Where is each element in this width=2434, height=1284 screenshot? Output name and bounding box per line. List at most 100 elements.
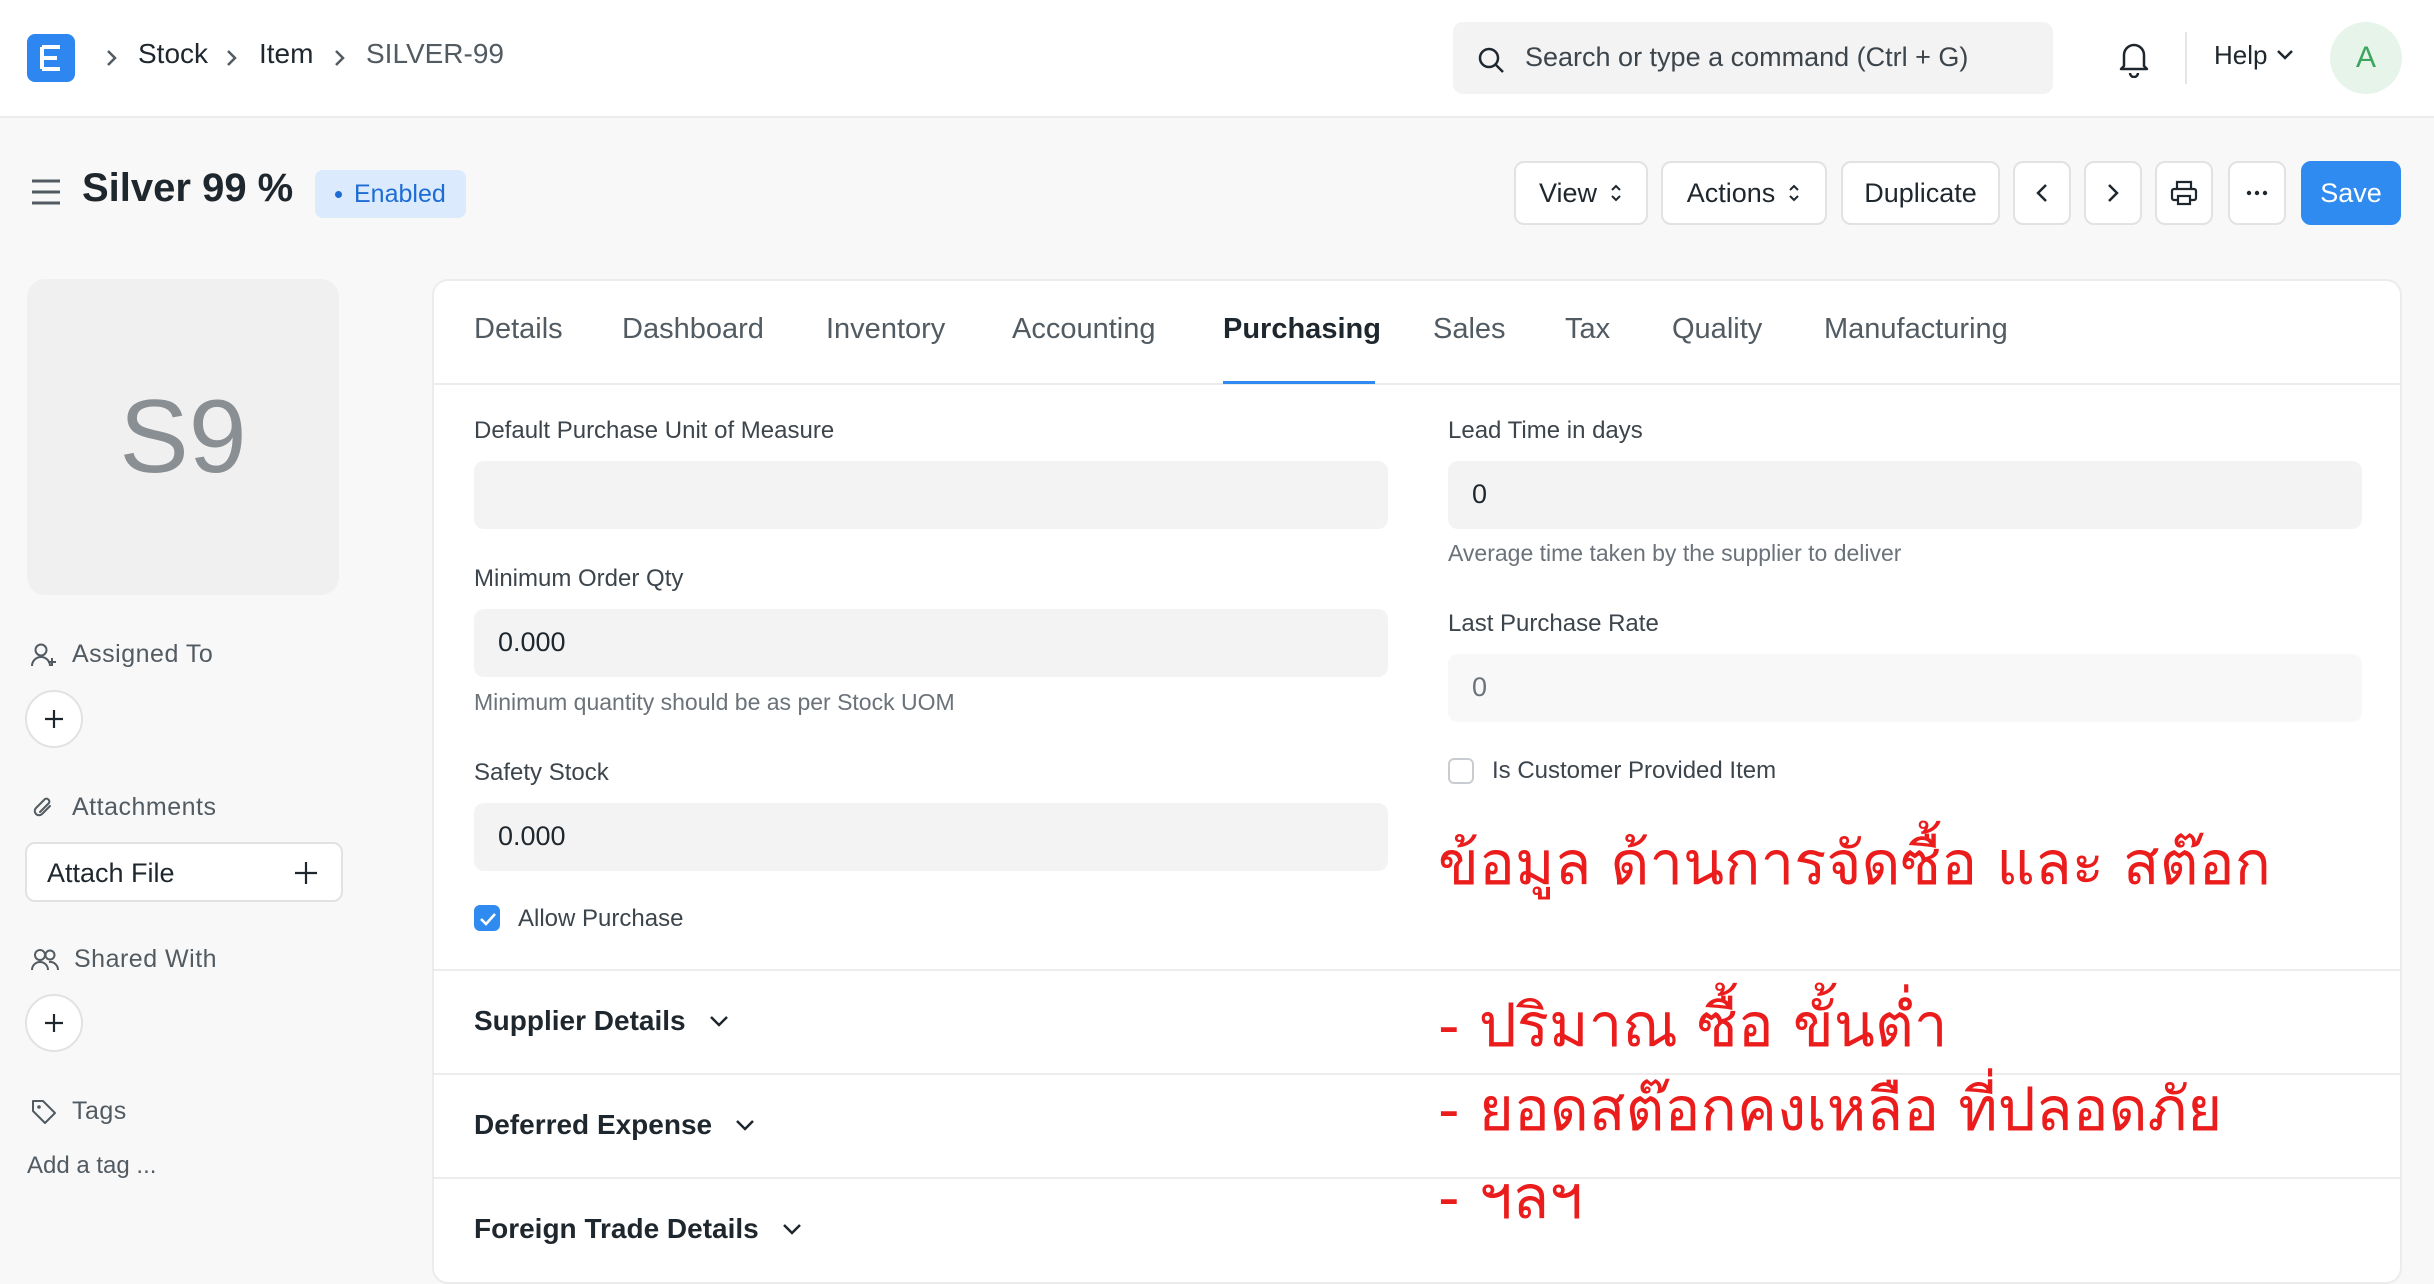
annotation-line-2: - ยอดสต๊อกคงเหลือ ที่ปลอดภัย [1438, 1075, 2223, 1145]
help-menu[interactable]: Help [2214, 40, 2267, 71]
breadcrumb-chevron-icon [107, 50, 117, 66]
assigned-to-label: Assigned To [72, 640, 214, 668]
plus-icon [45, 710, 63, 728]
print-button[interactable] [2155, 161, 2213, 225]
tags-heading: Tags [30, 1097, 127, 1126]
notification-bell-icon[interactable] [2116, 38, 2152, 78]
tab-inventory[interactable]: Inventory [826, 313, 945, 346]
navbar-divider [2185, 32, 2187, 84]
chevron-left-icon [2036, 184, 2047, 202]
sidebar-toggle-icon[interactable] [30, 178, 62, 206]
lead-time-help: Average time taken by the supplier to de… [1448, 540, 1902, 566]
printer-icon [2170, 180, 2198, 206]
checkmark-icon [480, 913, 496, 926]
foreign-trade-details-section[interactable]: Foreign Trade Details [434, 1177, 2400, 1281]
attachments-label: Attachments [72, 793, 217, 821]
foreign-trade-details-title: Foreign Trade Details [474, 1213, 803, 1245]
plus-icon [45, 1014, 63, 1032]
supplier-details-section[interactable]: Supplier Details [434, 969, 2400, 1073]
actions-button[interactable]: Actions [1661, 161, 1827, 225]
user-add-icon [31, 643, 56, 666]
view-button[interactable]: View [1514, 161, 1648, 225]
status-label: Enabled [354, 179, 446, 208]
last-purchase-rate-field: 0 [1448, 654, 2362, 722]
chevron-down-icon[interactable] [2275, 48, 2295, 62]
attach-file-button[interactable]: Attach File [25, 842, 343, 902]
chevron-down-icon [782, 1224, 801, 1235]
allow-purchase-label: Allow Purchase [518, 905, 684, 932]
default-purchase-uom-label: Default Purchase Unit of Measure [474, 417, 835, 444]
deferred-expense-title: Deferred Expense [474, 1109, 756, 1141]
minimum-order-qty-field[interactable]: 0.000 [474, 609, 1388, 677]
attachments-heading: Attachments [30, 793, 216, 822]
tab-accounting[interactable]: Accounting [1012, 313, 1156, 346]
supplier-details-label: Supplier Details [474, 1005, 686, 1036]
more-dots-icon [2246, 190, 2268, 196]
default-purchase-uom-field[interactable] [474, 461, 1388, 529]
last-purchase-rate-label: Last Purchase Rate [1448, 610, 1659, 637]
save-button[interactable]: Save [2301, 161, 2401, 225]
view-button-label: View [1538, 177, 1598, 208]
tags-label: Tags [72, 1097, 127, 1125]
chevron-down-icon [736, 1120, 754, 1131]
top-navbar: Stock Item SILVER-99 Search or type a co… [0, 0, 2434, 118]
minimum-order-qty-help: Minimum quantity should be as per Stock … [474, 689, 955, 715]
safety-stock-label: Safety Stock [474, 759, 609, 786]
supplier-details-title: Supplier Details [474, 1005, 730, 1037]
attach-file-label: Attach File [47, 858, 175, 888]
tab-details[interactable]: Details [474, 313, 563, 346]
safety-stock-field[interactable]: 0.000 [474, 803, 1388, 871]
user-avatar[interactable]: A [2330, 22, 2402, 94]
deferred-expense-label: Deferred Expense [474, 1109, 713, 1140]
app-logo[interactable] [27, 34, 75, 82]
tab-quality[interactable]: Quality [1672, 313, 1762, 346]
breadcrumb-stock[interactable]: Stock [138, 38, 208, 70]
search-input[interactable]: Search or type a command (Ctrl + G) [1453, 22, 2053, 94]
status-badge: Enabled [315, 170, 466, 218]
shared-with-heading: Shared With [30, 945, 217, 974]
tab-manufacturing[interactable]: Manufacturing [1824, 313, 2008, 346]
tab-dashboard[interactable]: Dashboard [622, 313, 764, 346]
assigned-to-heading: Assigned To [30, 640, 213, 669]
paperclip-icon [33, 797, 51, 816]
chevron-down-icon [709, 1016, 728, 1027]
annotation-line-1: - ปริมาณ ซื้อ ขั้นต่ำ [1438, 991, 1948, 1061]
status-dot [335, 190, 342, 198]
breadcrumb-chevron-icon [227, 50, 237, 66]
customer-provided-item-label: Is Customer Provided Item [1492, 757, 1777, 784]
duplicate-button[interactable]: Duplicate [1841, 161, 2000, 225]
shared-with-label: Shared With [74, 945, 218, 973]
breadcrumb-current[interactable]: SILVER-99 [366, 38, 504, 70]
add-assignee-button[interactable] [25, 690, 83, 748]
item-image-placeholder[interactable]: S9 [27, 279, 339, 595]
form-tabs: Details Dashboard Inventory Accounting P… [434, 281, 2400, 385]
tab-tax[interactable]: Tax [1565, 313, 1610, 346]
tag-icon [32, 1099, 56, 1124]
breadcrumb-item[interactable]: Item [259, 38, 313, 70]
minimum-order-qty-label: Minimum Order Qty [474, 565, 684, 592]
duplicate-button-label: Duplicate [1864, 177, 1977, 208]
foreign-trade-details-label: Foreign Trade Details [474, 1213, 759, 1244]
add-share-button[interactable] [25, 994, 83, 1052]
select-arrows-icon [1789, 184, 1799, 202]
lead-time-field[interactable]: 0 [1448, 461, 2362, 529]
users-icon [31, 948, 60, 970]
select-arrows-icon [1611, 184, 1621, 202]
customer-provided-item-checkbox[interactable] [1448, 758, 1474, 784]
add-tag-link[interactable]: Add a tag ... [27, 1152, 156, 1180]
page-title: Silver 99 % [82, 166, 294, 210]
save-button-label: Save [2320, 177, 2382, 208]
next-record-button[interactable] [2084, 161, 2142, 225]
active-tab-indicator [1223, 381, 1375, 384]
previous-record-button[interactable] [2013, 161, 2071, 225]
tab-purchasing[interactable]: Purchasing [1223, 313, 1381, 346]
allow-purchase-checkbox[interactable] [474, 905, 500, 931]
actions-button-label: Actions [1686, 177, 1776, 208]
more-options-button[interactable] [2228, 161, 2286, 225]
logo-glyph-icon [40, 45, 60, 71]
tab-sales[interactable]: Sales [1433, 313, 1506, 346]
lead-time-label: Lead Time in days [1448, 417, 1643, 444]
chevron-right-icon [2108, 184, 2119, 202]
annotation-title: ข้อมูล ด้านการจัดซื้อ และ สต๊อก [1438, 829, 2271, 899]
breadcrumb-chevron-icon [335, 50, 345, 66]
